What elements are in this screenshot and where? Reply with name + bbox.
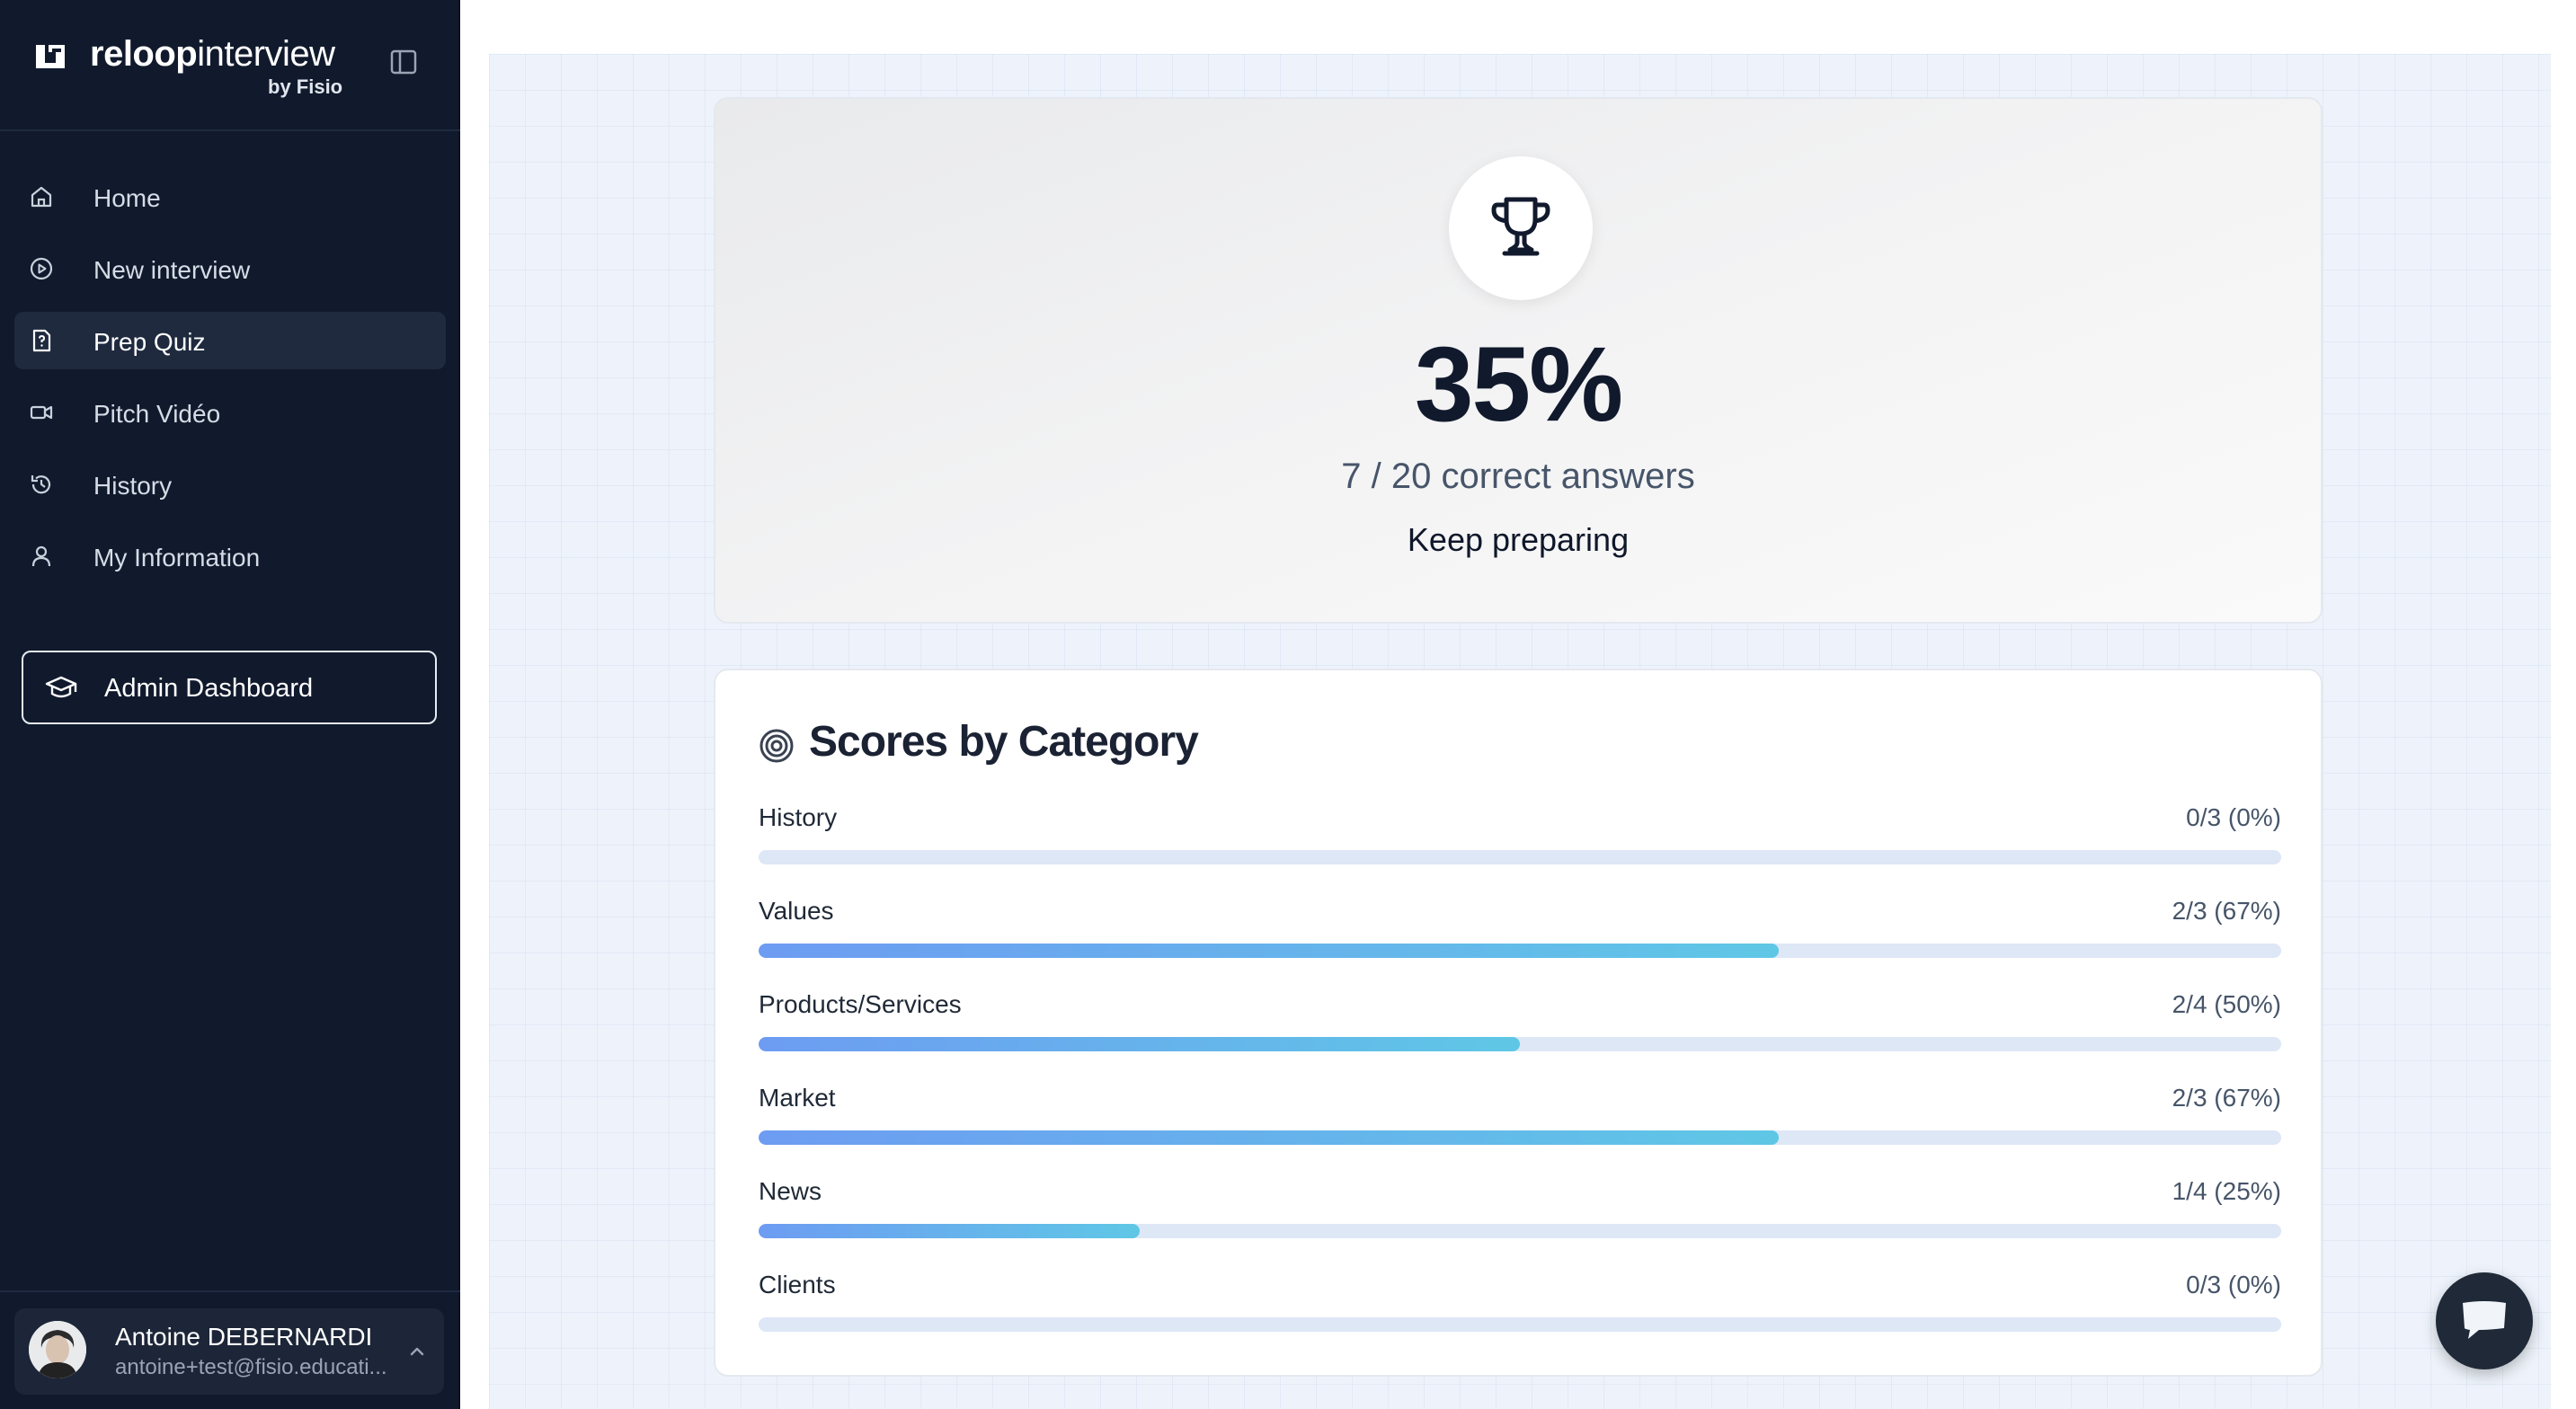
score-summary-card: 35% 7 / 20 correct answers Keep preparin… [714, 97, 2323, 624]
chat-widget-button[interactable] [2436, 1272, 2533, 1369]
category-row-market: Market 2/3 (67%) [759, 1084, 2281, 1156]
trophy-badge [1449, 156, 1593, 300]
reloop-logo-icon [36, 45, 65, 68]
category-score: 1/4 (25%) [2172, 1177, 2281, 1205]
admin-dashboard-label: Admin Dashboard [104, 674, 314, 703]
sidebar-item-label: Home [93, 184, 161, 212]
category-score: 0/3 (0%) [2186, 803, 2281, 831]
user-email: antoine+test@fisio.educati... [115, 1355, 387, 1379]
progress-fill [759, 1130, 1779, 1145]
main-content: 35% 7 / 20 correct answers Keep preparin… [489, 54, 2551, 1409]
target-icon [759, 729, 794, 763]
user-name: Antoine DEBERNARDI [115, 1323, 373, 1351]
user-menu-button[interactable]: Antoine DEBERNARDI antoine+test@fisio.ed… [14, 1308, 444, 1395]
progress-fill [759, 1037, 1520, 1051]
category-score: 0/3 (0%) [2186, 1271, 2281, 1298]
section-title: Scores by Category [809, 718, 1199, 766]
category-score: 2/3 (67%) [2172, 897, 2281, 925]
sidebar-item-my-information[interactable]: My Information [14, 527, 446, 585]
user-icon [31, 545, 51, 567]
sidebar-toggle-icon[interactable] [390, 49, 417, 75]
trophy-icon [1491, 197, 1550, 256]
sidebar-item-prep-quiz[interactable]: Prep Quiz [14, 312, 446, 369]
category-name: Clients [759, 1271, 836, 1298]
progress-track [759, 1317, 2281, 1332]
category-score: 2/4 (50%) [2172, 990, 2281, 1018]
category-name: Market [759, 1084, 836, 1112]
avatar [29, 1321, 86, 1378]
category-row-products-services: Products/Services 2/4 (50%) [759, 990, 2281, 1062]
chevron-up-icon [410, 1347, 424, 1356]
sidebar-item-label: My Information [93, 544, 261, 572]
sidebar-nav: Home New interview Prep Quiz Pitch Vidéo [14, 168, 446, 599]
category-row-clients: Clients 0/3 (0%) [759, 1271, 2281, 1343]
scores-by-category-card: Scores by Category History 0/3 (0%) Valu… [714, 669, 2323, 1377]
correct-answers-count: 7 / 20 correct answers [1341, 456, 1695, 496]
brand-name[interactable]: reloopinterview [90, 34, 335, 75]
progress-fill [759, 1224, 1140, 1238]
progress-track [759, 1130, 2281, 1145]
category-name: Values [759, 897, 834, 925]
result-message: Keep preparing [1407, 521, 1630, 558]
history-icon [31, 475, 51, 494]
category-row-values: Values 2/3 (67%) [759, 897, 2281, 969]
sidebar-item-pitch-video[interactable]: Pitch Vidéo [14, 384, 446, 441]
category-name: News [759, 1177, 822, 1205]
quiz-file-icon [32, 329, 51, 352]
category-score: 2/3 (67%) [2172, 1084, 2281, 1112]
sidebar-item-label: New interview [93, 256, 251, 284]
home-icon [31, 186, 52, 208]
sidebar-item-new-interview[interactable]: New interview [14, 240, 446, 297]
category-name: Products/Services [759, 990, 962, 1018]
sidebar-item-home[interactable]: Home [14, 168, 446, 226]
user-menu-area: Antoine DEBERNARDI antoine+test@fisio.ed… [0, 1290, 460, 1409]
score-percentage: 35% [1414, 325, 1623, 444]
sidebar: reloopinterview by Fisio Home New interv… [0, 0, 460, 1409]
sidebar-item-label: Pitch Vidéo [93, 400, 221, 428]
graduation-cap-icon [45, 676, 77, 698]
sidebar-item-label: Prep Quiz [93, 328, 206, 356]
category-name: History [759, 803, 838, 831]
category-row-news: News 1/4 (25%) [759, 1177, 2281, 1249]
sidebar-item-label: History [93, 472, 173, 500]
brand-subtitle: by Fisio [268, 75, 343, 98]
progress-fill [759, 944, 1779, 958]
chat-bubble-icon [2463, 1301, 2506, 1339]
category-row-history: History 0/3 (0%) [759, 803, 2281, 875]
progress-track [759, 850, 2281, 864]
progress-track [759, 944, 2281, 958]
progress-track [759, 1037, 2281, 1051]
play-circle-icon [30, 257, 53, 280]
video-icon [30, 405, 53, 420]
admin-dashboard-button[interactable]: Admin Dashboard [22, 651, 437, 724]
sidebar-item-history[interactable]: History [14, 456, 446, 513]
progress-track [759, 1224, 2281, 1238]
brand-header: reloopinterview by Fisio [0, 0, 460, 131]
